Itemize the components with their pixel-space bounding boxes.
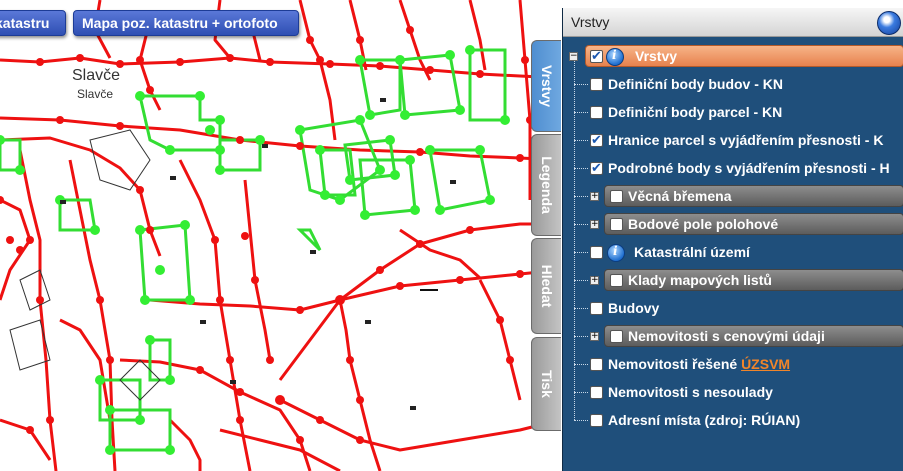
layer-checkbox[interactable]: [590, 106, 603, 119]
layer-item[interactable]: + Nemovitosti s cenovými údaji: [563, 324, 903, 348]
root-label: Vrstvy: [635, 48, 678, 64]
tab-vrstvy-label: Vrstvy: [538, 64, 555, 108]
collapse-icon[interactable]: −: [569, 52, 578, 61]
tree-branch: [574, 84, 588, 85]
root-group-bar: [585, 45, 903, 67]
tree-branch: [574, 168, 588, 169]
info-icon: [607, 244, 625, 262]
layer-item[interactable]: + Klady mapových listů: [563, 268, 903, 292]
layer-checkbox[interactable]: [590, 302, 603, 315]
katastru-map-button[interactable]: katastru: [0, 10, 66, 36]
info-icon: [606, 48, 624, 66]
expand-icon[interactable]: +: [590, 276, 599, 285]
layer-label: Definiční body budov - KN: [608, 76, 783, 92]
layer-checkbox[interactable]: [610, 330, 623, 343]
layers-panel: Vrstvy − Vrstvy Definiční body budov - K…: [562, 8, 903, 471]
tab-hledat-label: Hledat: [538, 264, 555, 308]
layer-label: Budovy: [608, 300, 660, 316]
expand-icon[interactable]: +: [590, 220, 599, 229]
tree-branch: [574, 336, 588, 337]
tree-branch: [574, 140, 588, 141]
tab-tisk-label: Tisk: [538, 370, 555, 398]
tree-branch: [574, 392, 588, 393]
panel-header: Vrstvy: [563, 8, 903, 37]
layer-checkbox[interactable]: [590, 386, 603, 399]
layer-item[interactable]: Definiční body budov - KN: [563, 72, 903, 96]
layer-item[interactable]: Katastrální území: [563, 240, 903, 264]
layer-label: Nemovitosti řešené ÚZSVM: [608, 356, 790, 372]
layer-checkbox[interactable]: [590, 160, 603, 176]
layer-item[interactable]: Nemovitosti řešené ÚZSVM: [563, 352, 903, 376]
uzsvm-link[interactable]: ÚZSVM: [741, 356, 790, 372]
layer-item[interactable]: + Věcná břemena: [563, 184, 903, 208]
layer-item[interactable]: Adresní místa (zdroj: RÚIAN): [563, 408, 903, 432]
layer-checkbox[interactable]: [590, 246, 603, 259]
layer-label: Bodové pole polohové: [628, 216, 779, 232]
layer-item[interactable]: Budovy: [563, 296, 903, 320]
layer-checkbox[interactable]: [590, 78, 603, 91]
layer-label: Katastrální území: [634, 244, 750, 260]
layer-item[interactable]: Hranice parcel s vyjádřením přesnosti - …: [563, 128, 903, 152]
tree-branch: [574, 420, 588, 421]
ortofoto-map-button[interactable]: Mapa poz. katastru + ortofoto: [73, 10, 299, 36]
tree-branch: [574, 196, 588, 197]
map-place-sublabel: Slavče: [77, 87, 113, 101]
layer-item[interactable]: Definiční body parcel - KN: [563, 100, 903, 124]
panel-title: Vrstvy: [571, 14, 610, 30]
layer-root: − Vrstvy: [563, 44, 903, 68]
layer-checkbox[interactable]: [590, 132, 603, 148]
tab-vrstvy[interactable]: Vrstvy: [531, 40, 561, 132]
layer-item[interactable]: + Bodové pole polohové: [563, 212, 903, 236]
tab-tisk[interactable]: Tisk: [531, 337, 561, 431]
layer-label: Nemovitosti s nesoulady: [608, 384, 773, 400]
layer-label-text: Nemovitosti řešené: [608, 356, 738, 372]
tree-branch: [574, 308, 588, 309]
layer-checkbox[interactable]: [610, 218, 623, 231]
tab-hledat[interactable]: Hledat: [531, 238, 561, 334]
layer-item[interactable]: Nemovitosti s nesoulady: [563, 380, 903, 404]
tree-branch: [574, 112, 588, 113]
panel-toggle-icon[interactable]: [877, 11, 901, 35]
layer-label: Hranice parcel s vyjádřením přesnosti - …: [608, 132, 884, 148]
layer-label: Podrobné body s vyjádřením přesnosti - H: [608, 160, 890, 176]
layer-checkbox[interactable]: [590, 414, 603, 427]
layer-checkbox[interactable]: [610, 190, 623, 203]
layer-label: Klady mapových listů: [628, 272, 772, 288]
tree-branch: [574, 252, 588, 253]
layer-label: Věcná břemena: [628, 188, 732, 204]
root-checkbox[interactable]: [590, 48, 603, 64]
layer-checkbox[interactable]: [610, 274, 623, 287]
tree-branch: [574, 224, 588, 225]
layer-label: Definiční body parcel - KN: [608, 104, 783, 120]
tab-legenda[interactable]: Legenda: [531, 134, 561, 236]
tab-legenda-label: Legenda: [538, 156, 555, 214]
layer-label: Adresní místa (zdroj: RÚIAN): [608, 412, 801, 428]
tree-branch: [574, 280, 588, 281]
layer-checkbox[interactable]: [590, 358, 603, 371]
layer-item[interactable]: Podrobné body s vyjádřením přesnosti - H: [563, 156, 903, 180]
tree-branch: [574, 364, 588, 365]
layer-label: Nemovitosti s cenovými údaji: [628, 328, 825, 344]
expand-icon[interactable]: +: [590, 332, 599, 341]
expand-icon[interactable]: +: [590, 192, 599, 201]
map-place-label: Slavče: [72, 67, 120, 84]
